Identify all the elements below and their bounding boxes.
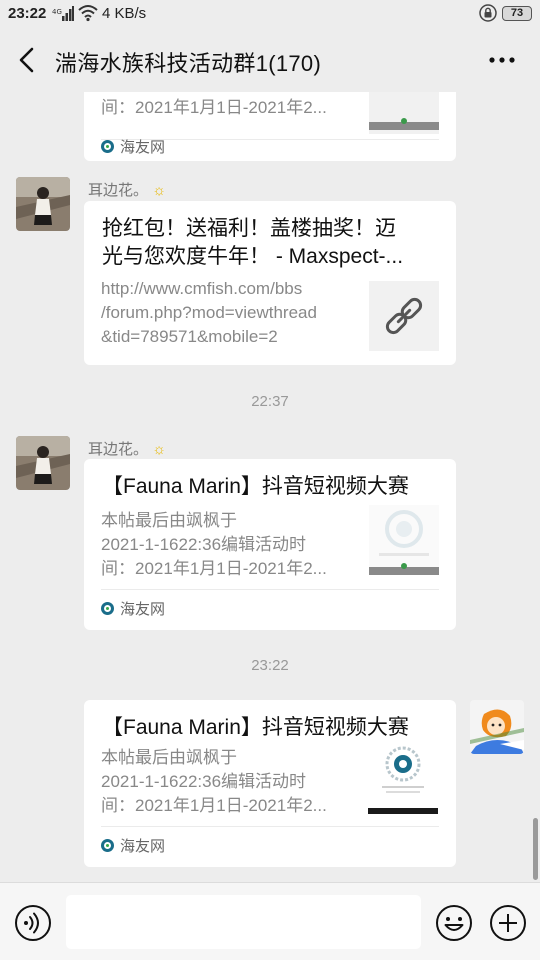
card-title-line: 抢红包！送福利！盖楼抽奖！迈 xyxy=(102,217,396,240)
card-divider xyxy=(101,826,439,827)
emoji-icon[interactable] xyxy=(435,904,473,942)
message-input[interactable] xyxy=(66,895,421,949)
source-logo-icon xyxy=(101,602,114,615)
timestamp: 23:22 xyxy=(251,657,289,674)
more-options-icon[interactable] xyxy=(484,44,520,76)
timestamp: 22:37 xyxy=(251,393,289,410)
shared-link-card[interactable]: 抢红包！送福利！盖楼抽奖！迈 光与您欢度牛年！ - Maxspect-... h… xyxy=(84,201,456,365)
plus-icon[interactable] xyxy=(489,904,527,942)
source-name: 海友网 xyxy=(120,139,166,156)
sender-name: 耳边花。 ☼ xyxy=(88,441,166,458)
card-description: 间：2021年1月1日-2021年2... xyxy=(101,96,327,120)
shared-link-card[interactable]: 【Fauna Marin】抖音短视频大赛 本帖最后由飒枫于 2021-1-162… xyxy=(84,700,456,867)
source-name: 海友网 xyxy=(120,838,166,855)
card-title-line: 光与您欢度牛年！ - Maxspect-... xyxy=(102,245,404,268)
card-source: 海友网 xyxy=(101,835,165,856)
card-url-line: /forum.php?mod=viewthread xyxy=(101,303,317,322)
chat-header: 湍海水族科技活动群1(170) xyxy=(0,28,540,92)
card-url: http://www.cmfish.com/bbs /forum.php?mod… xyxy=(101,277,317,349)
card-url-line: http://www.cmfish.com/bbs xyxy=(101,279,303,298)
card-thumbnail xyxy=(368,744,438,814)
source-logo-icon xyxy=(101,839,114,852)
status-bar: 23:22 4G 4 KB/s 73 xyxy=(0,0,540,28)
input-bar xyxy=(0,882,540,960)
sun-icon: ☼ xyxy=(152,182,166,199)
scrollbar[interactable] xyxy=(533,818,538,880)
chat-title: 湍海水族科技活动群1(170) xyxy=(55,51,322,76)
status-time: 23:22 xyxy=(8,5,47,22)
card-divider xyxy=(101,589,439,590)
card-description-line: 间：2021年1月1日-2021年2... xyxy=(101,796,327,815)
link-thumbnail xyxy=(369,281,439,351)
signal-label: 4G xyxy=(52,8,62,16)
card-source: 海友网 xyxy=(101,598,165,619)
card-description-line: 2021-1-1622:36编辑活动时 xyxy=(101,772,307,791)
card-description-line: 本帖最后由飒枫于 xyxy=(101,511,237,530)
card-description: 本帖最后由飒枫于 2021-1-1622:36编辑活动时 间：2021年1月1日… xyxy=(101,509,327,581)
card-thumbnail xyxy=(369,505,439,575)
sun-icon: ☼ xyxy=(152,441,166,458)
voice-input-icon[interactable] xyxy=(14,904,52,942)
card-thumbnail xyxy=(369,92,439,134)
card-title: 【Fauna Marin】抖音短视频大赛 xyxy=(102,716,409,739)
card-description: 本帖最后由飒枫于 2021-1-1622:36编辑活动时 间：2021年1月1日… xyxy=(101,746,327,818)
card-title: 【Fauna Marin】抖音短视频大赛 xyxy=(102,475,409,498)
my-avatar[interactable] xyxy=(470,700,524,754)
card-description-line: 本帖最后由飒枫于 xyxy=(101,748,237,767)
card-description-line: 间：2021年1月1日-2021年2... xyxy=(101,98,327,117)
card-description-line: 2021-1-1622:36编辑活动时 xyxy=(101,535,307,554)
card-source: 海友网 xyxy=(101,136,165,157)
back-arrow-icon[interactable] xyxy=(12,44,44,76)
source-logo-icon xyxy=(101,140,114,153)
wifi-icon xyxy=(78,5,98,22)
signal-icon: 4G xyxy=(52,6,74,21)
card-title: 抢红包！送福利！盖楼抽奖！迈 光与您欢度牛年！ - Maxspect-... xyxy=(102,215,403,271)
source-name: 海友网 xyxy=(120,601,166,618)
avatar[interactable] xyxy=(16,177,70,231)
link-icon xyxy=(385,297,423,335)
shared-link-card[interactable]: 【Fauna Marin】抖音短视频大赛 本帖最后由飒枫于 2021-1-162… xyxy=(84,459,456,630)
chat-messages: 间：2021年1月1日-2021年2... 海友网 耳边花。 ☼ 抢红包！送福利… xyxy=(0,92,540,882)
lock-icon xyxy=(479,4,497,22)
card-description-line: 间：2021年1月1日-2021年2... xyxy=(101,559,327,578)
battery-indicator: 73 xyxy=(502,6,532,21)
sender-name: 耳边花。 ☼ xyxy=(88,182,166,199)
avatar[interactable] xyxy=(16,436,70,490)
card-url-line: &tid=789571&mobile=2 xyxy=(101,327,278,346)
network-speed: 4 KB/s xyxy=(102,5,147,22)
